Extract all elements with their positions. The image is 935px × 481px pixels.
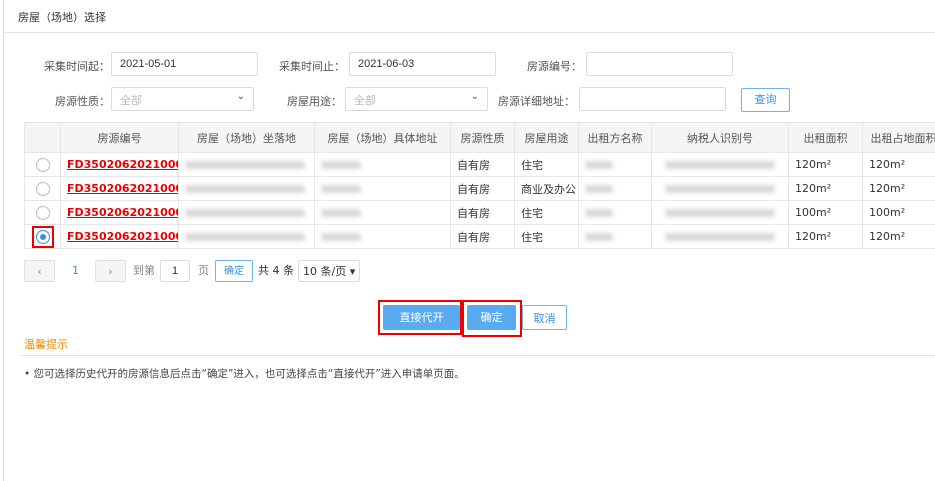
chevron-down-icon: ⌄ bbox=[470, 91, 479, 102]
column-header: 出租面积 bbox=[788, 122, 863, 153]
highlight-box bbox=[31, 225, 54, 248]
redacted-text bbox=[585, 185, 613, 193]
land-area-cell: 120m² bbox=[862, 152, 935, 177]
redacted-text bbox=[585, 161, 613, 169]
column-header: 出租占地面积 bbox=[862, 122, 935, 153]
house-id-link[interactable]: FD3502062021000... bbox=[67, 158, 178, 171]
nature-cell: 自有房 bbox=[450, 176, 515, 201]
redacted-text bbox=[185, 233, 305, 241]
land-area-cell: 120m² bbox=[862, 224, 935, 249]
table-row[interactable]: FD3502062021000... 自有房住宅 100m²100m² bbox=[24, 200, 935, 225]
redacted-text bbox=[665, 233, 775, 241]
redacted-text bbox=[585, 233, 613, 241]
redacted-text bbox=[665, 161, 775, 169]
redacted-text bbox=[185, 185, 305, 193]
goto-confirm-button[interactable]: 确定 bbox=[215, 260, 253, 282]
goto-label: 到第 bbox=[133, 264, 155, 277]
page-number[interactable]: 1 bbox=[72, 260, 79, 282]
nature-cell: 自有房 bbox=[450, 224, 515, 249]
redacted-text bbox=[665, 209, 775, 217]
row-radio[interactable] bbox=[35, 205, 50, 220]
code-input[interactable] bbox=[586, 52, 733, 76]
table-row[interactable]: FD3502062021000 ⌄自有房商业及办公120m²120m² bbox=[24, 176, 935, 201]
redacted-text bbox=[665, 185, 775, 193]
nature-label: 房源性质： bbox=[55, 95, 110, 108]
table-row[interactable]: FD3502062021000... 自有房住宅 120m²120m² bbox=[24, 224, 935, 249]
area-cell: 120m² bbox=[788, 152, 863, 177]
row-radio[interactable] bbox=[35, 229, 50, 244]
column-header: 房屋（场地）具体地址 bbox=[314, 122, 451, 153]
house-id-link[interactable]: FD3502062021000... bbox=[67, 206, 178, 219]
nature-select[interactable]: 全部 ⌄ bbox=[111, 87, 254, 111]
chevron-down-icon: ⌄ bbox=[236, 91, 245, 102]
table-row[interactable]: FD3502062021000... 自有房住宅 120m²120m² bbox=[24, 152, 935, 177]
usage-label: 房屋用途： bbox=[287, 95, 342, 108]
column-header: 房源编号 bbox=[60, 122, 179, 153]
page-suffix: 页 bbox=[198, 264, 209, 277]
usage-cell: 商业及办公 bbox=[514, 176, 579, 201]
row-radio[interactable] bbox=[35, 181, 50, 196]
area-cell: 120m² bbox=[788, 176, 863, 201]
row-radio[interactable] bbox=[35, 157, 50, 172]
column-header: 出租方名称 bbox=[578, 122, 652, 153]
column-header: 房源性质 bbox=[450, 122, 515, 153]
house-table: 房源编号 房屋（场地）坐落地 房屋（场地）具体地址 房源性质 房屋用途 出租方名称 纳税人识… bbox=[24, 122, 935, 249]
tips-title: 温馨提示 bbox=[24, 338, 68, 351]
next-page-button[interactable]: › bbox=[95, 260, 126, 282]
house-id-link[interactable]: FD3502062021000 bbox=[67, 182, 178, 195]
column-header: 房屋用途 bbox=[514, 122, 579, 153]
usage-cell: 住宅 bbox=[514, 152, 579, 177]
total-count: 共 4 条 bbox=[258, 264, 294, 277]
house-id-link[interactable]: FD3502062021000... bbox=[67, 230, 178, 243]
confirm-button[interactable]: 确定 bbox=[467, 305, 516, 330]
end-date-input[interactable] bbox=[349, 52, 496, 76]
land-area-cell: 120m² bbox=[862, 176, 935, 201]
usage-placeholder: 全部 bbox=[354, 94, 376, 107]
redacted-text bbox=[321, 185, 361, 193]
redacted-text bbox=[185, 161, 305, 169]
table-header: 房源编号 房屋（场地）坐落地 房屋（场地）具体地址 房源性质 房屋用途 出租方名称 纳税人识… bbox=[24, 122, 935, 153]
column-header: 房屋（场地）坐落地 bbox=[178, 122, 315, 153]
area-cell: 100m² bbox=[788, 200, 863, 225]
nature-cell: 自有房 bbox=[450, 152, 515, 177]
address-input[interactable] bbox=[579, 87, 726, 111]
redacted-text bbox=[185, 209, 305, 217]
end-date-label: 采集时间止： bbox=[279, 60, 345, 73]
tips-text: • 您可选择历史代开的房源信息后点击“确定”进入，也可选择点击“直接代开”进入申… bbox=[24, 368, 465, 380]
redacted-text bbox=[321, 209, 361, 217]
cancel-button[interactable]: 取消 bbox=[522, 305, 567, 330]
code-label: 房源编号： bbox=[527, 60, 582, 73]
dialog-title: 房屋（场地）选择 bbox=[3, 0, 935, 33]
redacted-text bbox=[321, 161, 361, 169]
direct-issue-button[interactable]: 直接代开 bbox=[383, 305, 460, 330]
divider bbox=[20, 355, 935, 356]
tips-text-content: 您可选择历史代开的房源信息后点击“确定”进入，也可选择点击“直接代开”进入申请单… bbox=[33, 368, 465, 380]
land-area-cell: 100m² bbox=[862, 200, 935, 225]
column-header bbox=[24, 122, 61, 153]
start-date-input[interactable] bbox=[111, 52, 258, 76]
redacted-text bbox=[321, 233, 361, 241]
prev-page-button[interactable]: ‹ bbox=[24, 260, 55, 282]
query-button[interactable]: 查询 bbox=[741, 88, 790, 112]
address-label: 房源详细地址： bbox=[498, 95, 575, 108]
page-size-select[interactable]: 10 条/页 ▾ bbox=[298, 260, 360, 282]
usage-select[interactable]: 全部 ⌄ bbox=[345, 87, 488, 111]
column-header: 纳税人识别号 bbox=[651, 122, 789, 153]
nature-cell: 自有房 bbox=[450, 200, 515, 225]
usage-cell: 住宅 bbox=[514, 200, 579, 225]
usage-cell: 住宅 bbox=[514, 224, 579, 249]
goto-page-input[interactable] bbox=[160, 260, 190, 282]
area-cell: 120m² bbox=[788, 224, 863, 249]
nature-placeholder: 全部 bbox=[120, 94, 142, 107]
start-date-label: 采集时间起： bbox=[44, 60, 110, 73]
redacted-text bbox=[585, 209, 613, 217]
